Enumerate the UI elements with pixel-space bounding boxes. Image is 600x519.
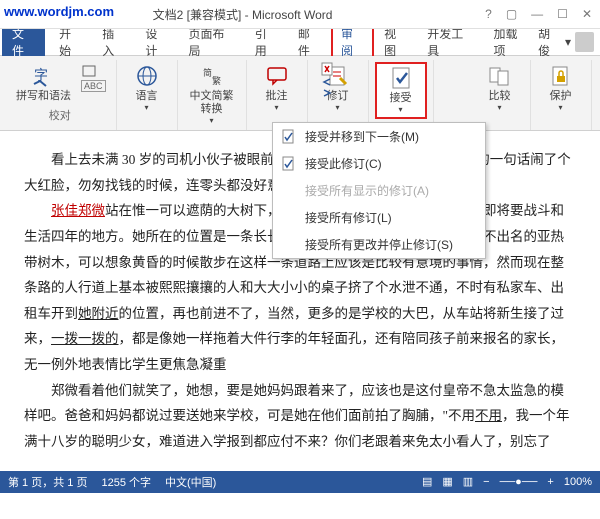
zoom-level[interactable]: 100% — [564, 476, 592, 488]
dd-accept-all-label: 接受所有修订(L) — [305, 209, 392, 226]
spellcheck-button[interactable]: 字 拼写和语法 — [10, 62, 77, 105]
help-icon[interactable]: ? — [485, 7, 492, 21]
zoom-slider[interactable]: ──●── — [500, 476, 538, 488]
dd-accept-next[interactable]: 接受并移到下一条(M) — [273, 123, 485, 150]
user-dropdown-icon: ▾ — [565, 35, 571, 49]
group-proofing: 字 拼写和语法 ABC 校对 — [4, 60, 117, 130]
title-bar: www.wordjm.com 文档2 [兼容模式] - Microsoft Wo… — [0, 0, 600, 29]
chinese-convert-button[interactable]: 简繁 中文简繁 转换▾ — [184, 62, 240, 128]
dd-accept-this[interactable]: 接受此修订(C) — [273, 150, 485, 177]
comment-label: 批注 — [266, 90, 288, 103]
group-proof-label: 校对 — [49, 105, 71, 125]
maximize-icon[interactable]: ☐ — [557, 7, 568, 21]
dd-accept-all[interactable]: 接受所有修订(L) — [273, 204, 485, 231]
accept-this-icon — [281, 156, 299, 172]
reject-icon[interactable] — [320, 62, 336, 76]
accept-dropdown: 接受并移到下一条(M) 接受此修订(C) 接受所有显示的修订(A) 接受所有修订… — [272, 122, 486, 259]
ribbon-toggle-icon[interactable]: ▢ — [506, 7, 517, 21]
view-print-icon[interactable]: ▤ — [422, 475, 432, 488]
ribbon: 字 拼写和语法 ABC 校对 语言▾ 简繁 中文简繁 转换▾ 批注▾ 修订▾ 接… — [0, 56, 600, 131]
spellcheck-label: 拼写和语法 — [16, 90, 71, 103]
rev-near: 她附近 — [78, 306, 119, 321]
spellcheck-icon: 字 — [32, 64, 56, 88]
dd-accept-stop[interactable]: 接受所有更改并停止修订(S) — [273, 231, 485, 258]
protect-icon — [549, 64, 573, 88]
minimize-icon[interactable]: — — [531, 7, 543, 21]
chinese-convert-label: 中文简繁 转换 — [190, 90, 234, 116]
prev-icon[interactable] — [320, 77, 336, 87]
dd-accept-next-label: 接受并移到下一条(M) — [305, 128, 419, 145]
comment-icon — [265, 64, 289, 88]
ribbon-tabs: 文件 开始 插入 设计 页面布局 引用 邮件 审阅 视图 开发工具 加载项 胡俊… — [0, 29, 600, 56]
comment-button[interactable]: 批注▾ — [253, 62, 301, 115]
rev-batch: 一拨一拨的 — [51, 331, 119, 346]
para-3: 郑微看着他们就笑了，她想，要是她妈妈跟着来了，应该也是这付皇帝不急太监急的模样吧… — [24, 378, 576, 455]
accept-label: 接受 — [390, 92, 412, 105]
chinese-convert-icon: 简繁 — [200, 64, 224, 88]
view-read-icon[interactable]: ▦ — [442, 475, 452, 488]
dd-accept-shown: 接受所有显示的修订(A) — [273, 177, 485, 204]
svg-text:繁: 繁 — [212, 75, 221, 86]
watermark: www.wordjm.com — [4, 4, 114, 19]
accept-next-icon — [281, 129, 299, 145]
zoom-in-icon[interactable]: + — [547, 476, 553, 488]
status-bar: 第 1 页，共 1 页 1255 个字 中文(中国) ▤ ▦ ▥ − ──●──… — [0, 471, 600, 493]
language-button[interactable]: 语言▾ — [123, 62, 171, 115]
protect-label: 保护 — [550, 90, 572, 103]
user-name: 胡俊 — [538, 25, 561, 59]
compare-label: 比较 — [489, 90, 511, 103]
language-label: 语言 — [136, 90, 158, 103]
zoom-out-icon[interactable]: − — [483, 476, 489, 488]
accept-button[interactable]: 接受▾ — [375, 62, 427, 119]
dd-accept-this-label: 接受此修订(C) — [305, 155, 382, 172]
protect-button[interactable]: 保护▾ — [537, 62, 585, 115]
svg-text:简: 简 — [203, 67, 212, 78]
dd-accept-stop-label: 接受所有更改并停止修订(S) — [305, 236, 453, 253]
language-icon — [135, 64, 159, 88]
avatar — [575, 32, 594, 52]
compare-icon — [488, 64, 512, 88]
rev-name: 张佳郑微 — [51, 203, 105, 218]
status-page[interactable]: 第 1 页，共 1 页 — [8, 474, 87, 490]
thesaurus-icon[interactable] — [81, 64, 106, 78]
next-icon[interactable] — [320, 88, 336, 98]
close-icon[interactable]: ✕ — [582, 7, 592, 21]
rev-noneed: 不用 — [475, 408, 502, 423]
wordcount-icon[interactable]: ABC — [81, 80, 106, 92]
status-words[interactable]: 1255 个字 — [101, 474, 151, 490]
dd-accept-shown-label: 接受所有显示的修订(A) — [305, 182, 429, 199]
status-lang[interactable]: 中文(中国) — [165, 474, 216, 490]
user-area[interactable]: 胡俊 ▾ — [538, 25, 600, 59]
compare-button[interactable]: 比较▾ — [476, 62, 524, 115]
accept-icon — [389, 66, 413, 90]
view-web-icon[interactable]: ▥ — [463, 475, 473, 488]
